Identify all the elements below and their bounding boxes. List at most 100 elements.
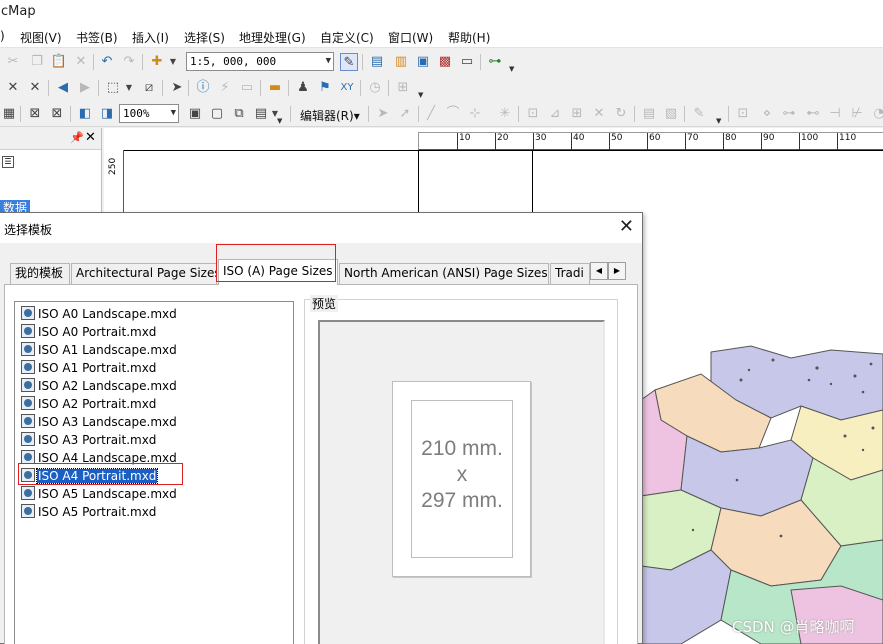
fixed-zoom-in-icon[interactable]: ✕ [4, 79, 22, 97]
pin-icon[interactable]: 📌 [70, 131, 84, 144]
viewer-window-icon[interactable]: ⊞ [394, 79, 412, 97]
trace-icon[interactable]: ⊹ [466, 105, 484, 123]
menu-view[interactable]: 视图(V) [20, 29, 62, 46]
list-item[interactable]: ISO A5 Portrait.mxd [21, 504, 157, 521]
editor-toolbar-icon[interactable]: ✎ [340, 53, 358, 71]
page-border [532, 150, 533, 212]
topology-edit-icon[interactable]: ⊡ [734, 105, 752, 123]
map-document-icon [21, 378, 35, 392]
tab-north-american-ansi-page-sizes[interactable]: North American (ANSI) Page Sizes [339, 263, 549, 284]
end-point-arc-icon[interactable]: ⌒ [444, 105, 462, 123]
toolbar-separator [142, 54, 143, 70]
menu-selection[interactable]: 选择(S) [184, 29, 225, 46]
forward-extent-icon[interactable]: ▶ [76, 79, 94, 97]
catalog-window-icon[interactable]: ▥ [392, 53, 410, 71]
zoom-percent-combo[interactable]: 100% ▼ [119, 104, 179, 123]
fixed-zoom-out-icon[interactable]: ✕ [26, 79, 44, 97]
tab-my-templates[interactable]: 我的模板 [10, 263, 70, 284]
copy-icon[interactable]: ❐ [28, 53, 46, 71]
toolbar-overflow-icon[interactable]: ▼ [509, 65, 515, 73]
split-icon[interactable]: ✕ [590, 105, 608, 123]
list-item[interactable]: ISO A3 Landscape.mxd [21, 414, 178, 431]
time-slider-icon[interactable]: ◷ [366, 79, 384, 97]
zoom-whole-page-icon[interactable]: ▦ [0, 105, 18, 123]
toggle-draft-mode-icon[interactable]: ▣ [186, 105, 204, 123]
list-item[interactable]: ISO A5 Landscape.mxd [21, 486, 178, 503]
goto-xy-icon[interactable]: XY [338, 79, 356, 97]
focus-data-frame-icon[interactable]: ▢ [208, 105, 226, 123]
topology-more-icon[interactable]: ◔ [870, 105, 883, 123]
toolbar-overflow-icon[interactable]: ▼ [716, 117, 722, 125]
hyperlink-icon[interactable]: ⚡ [216, 79, 234, 97]
map-document-icon [21, 306, 35, 320]
chevron-down-icon[interactable]: ▼ [120, 79, 138, 97]
list-by-drawing-order-icon[interactable]: ☰ [2, 156, 14, 168]
list-item[interactable]: ISO A2 Portrait.mxd [21, 396, 157, 413]
find-route-icon[interactable]: ⚑ [316, 79, 334, 97]
create-features-icon[interactable]: ✎ [690, 105, 708, 123]
ruler-tick [723, 133, 724, 150]
zoom-in-fixed-icon[interactable]: ⊠ [26, 105, 44, 123]
menu-windows[interactable]: 窗口(W) [388, 29, 433, 46]
measure-icon[interactable]: ▬ [266, 79, 284, 97]
find-icon[interactable]: ♟ [294, 79, 312, 97]
chevron-down-icon[interactable]: ▼ [164, 53, 182, 71]
topology-edge-icon[interactable]: ⊶ [780, 105, 798, 123]
rotate-icon[interactable]: ↻ [612, 105, 630, 123]
toolbar-overflow-icon[interactable]: ▼ [277, 117, 283, 125]
topology-vertex-icon[interactable]: ⋄ [758, 105, 776, 123]
point-icon[interactable]: ✳ [496, 105, 514, 123]
list-item[interactable]: ISO A0 Landscape.mxd [21, 306, 178, 323]
list-item[interactable]: ISO A1 Portrait.mxd [21, 360, 157, 377]
html-popup-icon[interactable]: ▭ [238, 79, 256, 97]
toc-window-icon[interactable]: ▤ [368, 53, 386, 71]
search-window-icon[interactable]: ▣ [414, 53, 432, 71]
tab-traditional[interactable]: Tradi [550, 263, 590, 284]
edit-vertices-icon[interactable]: ⊡ [524, 105, 542, 123]
menu-bookmarks[interactable]: 书签(B) [76, 29, 118, 46]
map-scale-combo[interactable]: 1:5, 000, 000 ▼ [186, 52, 334, 71]
menu-help[interactable]: 帮助(H) [448, 29, 490, 46]
identify-icon[interactable]: ⓘ [194, 79, 212, 97]
menu-insert[interactable]: 插入(I) [132, 29, 169, 46]
previous-extent-icon[interactable]: ◧ [76, 105, 94, 123]
editor-menu[interactable]: 编辑器(R)▾ [300, 107, 360, 124]
close-icon[interactable]: ✕ [619, 217, 634, 237]
close-icon[interactable]: ✕ [85, 130, 96, 145]
clear-selection-icon[interactable]: ⧄ [140, 79, 158, 97]
menu-customize[interactable]: 自定义(C) [320, 29, 374, 46]
list-item[interactable]: ISO A3 Portrait.mxd [21, 432, 157, 449]
list-item[interactable]: ISO A2 Landscape.mxd [21, 378, 178, 395]
map-view[interactable] [641, 340, 883, 644]
cut-polygons-icon[interactable]: ⊞ [568, 105, 586, 123]
edit-annotation-icon[interactable]: ➚ [396, 105, 414, 123]
undo-icon[interactable]: ↶ [98, 53, 116, 71]
toolbar-overflow-icon[interactable]: ▼ [418, 91, 424, 99]
straight-segment-icon[interactable]: ╱ [422, 105, 440, 123]
list-item[interactable]: ISO A0 Portrait.mxd [21, 324, 157, 341]
sketch-properties-icon[interactable]: ▧ [662, 105, 680, 123]
next-extent-icon[interactable]: ◨ [98, 105, 116, 123]
redo-icon[interactable]: ↷ [120, 53, 138, 71]
tab-architectural-page-sizes[interactable]: Architectural Page Sizes [71, 263, 217, 284]
arctoolbox-icon[interactable]: ▩ [436, 53, 454, 71]
list-item[interactable]: ISO A1 Landscape.mxd [21, 342, 178, 359]
topology-split-icon[interactable]: ⊷ [804, 105, 822, 123]
topology-extend-icon[interactable]: ⊣ [826, 105, 844, 123]
reshape-icon[interactable]: ⊿ [546, 105, 564, 123]
chevron-right-icon[interactable]: ▶ [608, 262, 626, 280]
change-layout-icon[interactable]: ⧉ [230, 105, 248, 123]
cut-icon[interactable]: ✂ [4, 53, 22, 71]
menu-geoprocessing[interactable]: 地理处理(G) [239, 29, 306, 46]
chevron-left-icon[interactable]: ◀ [590, 262, 608, 280]
delete-icon[interactable]: ✕ [72, 53, 90, 71]
paste-icon[interactable]: 📋 [50, 53, 68, 71]
python-window-icon[interactable]: ▭ [458, 53, 476, 71]
attributes-icon[interactable]: ▤ [640, 105, 658, 123]
select-elements-icon[interactable]: ➤ [168, 79, 186, 97]
back-extent-icon[interactable]: ◀ [54, 79, 72, 97]
edit-tool-icon[interactable]: ➤ [374, 105, 392, 123]
topology-trim-icon[interactable]: ⊬ [848, 105, 866, 123]
model-builder-icon[interactable]: ⊶ [486, 53, 504, 71]
zoom-out-fixed-icon[interactable]: ⊠ [48, 105, 66, 123]
